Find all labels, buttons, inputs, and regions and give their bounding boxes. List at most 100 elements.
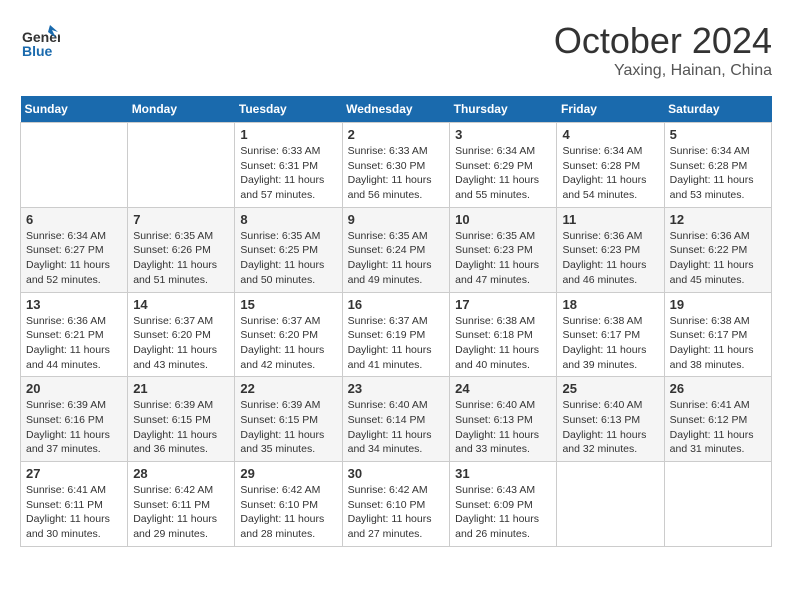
day-header-saturday: Saturday [664,96,771,123]
day-info: Sunrise: 6:39 AM Sunset: 6:15 PM Dayligh… [133,398,229,457]
calendar-cell: 10 Sunrise: 6:35 AM Sunset: 6:23 PM Dayli… [450,207,557,292]
calendar-cell: 18Sunrise: 6:38 AM Sunset: 6:17 PM Dayli… [557,292,664,377]
calendar-cell: 5 Sunrise: 6:34 AM Sunset: 6:28 PM Daylig… [664,123,771,208]
day-number: 5 [670,127,766,142]
day-number: 9 [348,212,445,227]
page-header: General Blue October 2024 Yaxing, Hainan… [20,20,772,80]
day-info: Sunrise: 6:34 AM Sunset: 6:28 PM Dayligh… [562,144,658,203]
day-info: Sunrise: 6:36 AM Sunset: 6:22 PM Dayligh… [670,229,766,288]
calendar-cell: 24Sunrise: 6:40 AM Sunset: 6:13 PM Dayli… [450,377,557,462]
day-number: 12 [670,212,766,227]
day-number: 19 [670,297,766,312]
day-info: Sunrise: 6:42 AM Sunset: 6:10 PM Dayligh… [240,483,336,542]
day-info: Sunrise: 6:37 AM Sunset: 6:20 PM Dayligh… [133,314,229,373]
day-number: 2 [348,127,445,142]
calendar-cell: 19 Sunrise: 6:38 AM Sunset: 6:17 PM Dayli… [664,292,771,377]
day-number: 22 [240,381,336,396]
calendar-body: 1 Sunrise: 6:33 AM Sunset: 6:31 PM Daylig… [21,123,772,547]
calendar-cell: 31 Sunrise: 6:43 AM Sunset: 6:09 PM Dayli… [450,462,557,547]
day-number: 25 [562,381,658,396]
calendar-cell: 17 Sunrise: 6:38 AM Sunset: 6:18 PM Dayli… [450,292,557,377]
day-number: 20 [26,381,122,396]
calendar-cell: 6 Sunrise: 6:34 AM Sunset: 6:27 PM Daylig… [21,207,128,292]
calendar-cell: 8Sunrise: 6:35 AM Sunset: 6:25 PM Daylig… [235,207,342,292]
calendar-cell: 7 Sunrise: 6:35 AM Sunset: 6:26 PM Daylig… [128,207,235,292]
day-number: 11 [562,212,658,227]
svg-text:Blue: Blue [22,43,53,59]
day-info: Sunrise: 6:34 AM Sunset: 6:27 PM Dayligh… [26,229,122,288]
day-number: 26 [670,381,766,396]
calendar-cell: 29 Sunrise: 6:42 AM Sunset: 6:10 PM Dayli… [235,462,342,547]
calendar-cell: 26 Sunrise: 6:41 AM Sunset: 6:12 PM Dayli… [664,377,771,462]
day-number: 29 [240,466,336,481]
day-info: Sunrise: 6:40 AM Sunset: 6:14 PM Dayligh… [348,398,445,457]
calendar-cell: 27Sunrise: 6:41 AM Sunset: 6:11 PM Dayli… [21,462,128,547]
day-header-thursday: Thursday [450,96,557,123]
calendar-cell: 4 Sunrise: 6:34 AM Sunset: 6:28 PM Daylig… [557,123,664,208]
calendar-cell: 12 Sunrise: 6:36 AM Sunset: 6:22 PM Dayli… [664,207,771,292]
day-number: 7 [133,212,229,227]
calendar-week-row: 13 Sunrise: 6:36 AM Sunset: 6:21 PM Dayli… [21,292,772,377]
day-info: Sunrise: 6:33 AM Sunset: 6:31 PM Dayligh… [240,144,336,203]
calendar-cell: 30 Sunrise: 6:42 AM Sunset: 6:10 PM Dayli… [342,462,450,547]
day-info: Sunrise: 6:35 AM Sunset: 6:24 PM Dayligh… [348,229,445,288]
day-info: Sunrise: 6:36 AM Sunset: 6:21 PM Dayligh… [26,314,122,373]
day-info: Sunrise: 6:35 AM Sunset: 6:23 PM Dayligh… [455,229,551,288]
day-info: Sunrise: 6:34 AM Sunset: 6:28 PM Dayligh… [670,144,766,203]
day-info: Sunrise: 6:37 AM Sunset: 6:20 PM Dayligh… [240,314,336,373]
day-info: Sunrise: 6:41 AM Sunset: 6:11 PM Dayligh… [26,483,122,542]
day-number: 10 [455,212,551,227]
calendar-cell: 23 Sunrise: 6:40 AM Sunset: 6:14 PM Dayli… [342,377,450,462]
calendar-week-row: 6 Sunrise: 6:34 AM Sunset: 6:27 PM Daylig… [21,207,772,292]
day-info: Sunrise: 6:41 AM Sunset: 6:12 PM Dayligh… [670,398,766,457]
month-title: October 2024 [554,20,772,62]
day-number: 16 [348,297,445,312]
day-number: 15 [240,297,336,312]
day-header-monday: Monday [128,96,235,123]
day-header-tuesday: Tuesday [235,96,342,123]
calendar-cell: 11 Sunrise: 6:36 AM Sunset: 6:23 PM Dayli… [557,207,664,292]
day-info: Sunrise: 6:36 AM Sunset: 6:23 PM Dayligh… [562,229,658,288]
day-number: 3 [455,127,551,142]
day-info: Sunrise: 6:38 AM Sunset: 6:17 PM Dayligh… [670,314,766,373]
calendar-week-row: 1 Sunrise: 6:33 AM Sunset: 6:31 PM Daylig… [21,123,772,208]
day-number: 13 [26,297,122,312]
day-info: Sunrise: 6:38 AM Sunset: 6:17 PM Dayligh… [562,314,658,373]
day-number: 23 [348,381,445,396]
calendar-cell [128,123,235,208]
calendar-cell [664,462,771,547]
day-info: Sunrise: 6:42 AM Sunset: 6:10 PM Dayligh… [348,483,445,542]
calendar-week-row: 20 Sunrise: 6:39 AM Sunset: 6:16 PM Dayli… [21,377,772,462]
day-number: 21 [133,381,229,396]
calendar-cell: 13 Sunrise: 6:36 AM Sunset: 6:21 PM Dayli… [21,292,128,377]
calendar-cell: 20 Sunrise: 6:39 AM Sunset: 6:16 PM Dayli… [21,377,128,462]
calendar-table: SundayMondayTuesdayWednesdayThursdayFrid… [20,96,772,547]
day-info: Sunrise: 6:37 AM Sunset: 6:19 PM Dayligh… [348,314,445,373]
day-number: 24 [455,381,551,396]
calendar-cell: 28 Sunrise: 6:42 AM Sunset: 6:11 PM Dayli… [128,462,235,547]
day-info: Sunrise: 6:33 AM Sunset: 6:30 PM Dayligh… [348,144,445,203]
day-number: 4 [562,127,658,142]
day-number: 30 [348,466,445,481]
logo-icon: General Blue [20,20,60,60]
day-info: Sunrise: 6:43 AM Sunset: 6:09 PM Dayligh… [455,483,551,542]
day-header-wednesday: Wednesday [342,96,450,123]
day-number: 6 [26,212,122,227]
location-title: Yaxing, Hainan, China [554,62,772,80]
calendar-cell: 15 Sunrise: 6:37 AM Sunset: 6:20 PM Dayli… [235,292,342,377]
day-header-sunday: Sunday [21,96,128,123]
calendar-cell: 9 Sunrise: 6:35 AM Sunset: 6:24 PM Daylig… [342,207,450,292]
day-number: 31 [455,466,551,481]
calendar-cell: 25Sunrise: 6:40 AM Sunset: 6:13 PM Dayli… [557,377,664,462]
day-info: Sunrise: 6:38 AM Sunset: 6:18 PM Dayligh… [455,314,551,373]
calendar-cell [21,123,128,208]
day-info: Sunrise: 6:34 AM Sunset: 6:29 PM Dayligh… [455,144,551,203]
day-info: Sunrise: 6:35 AM Sunset: 6:26 PM Dayligh… [133,229,229,288]
day-info: Sunrise: 6:42 AM Sunset: 6:11 PM Dayligh… [133,483,229,542]
day-number: 1 [240,127,336,142]
day-number: 28 [133,466,229,481]
day-info: Sunrise: 6:39 AM Sunset: 6:16 PM Dayligh… [26,398,122,457]
calendar-cell [557,462,664,547]
day-number: 17 [455,297,551,312]
logo: General Blue [20,20,60,60]
